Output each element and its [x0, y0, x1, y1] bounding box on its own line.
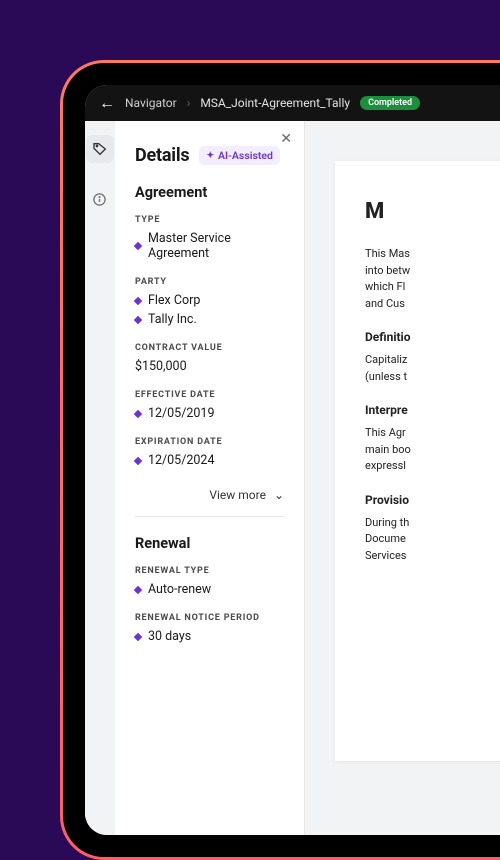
doc-heading-interpretation: Interpre — [365, 401, 500, 419]
field-value-renewal-type: Auto-renew — [135, 582, 284, 597]
document-title: M — [365, 195, 500, 228]
field-label-renewal-notice: RENEWAL NOTICE PERIOD — [135, 613, 284, 623]
document-viewer: M This Mas into betw which Fl and Cus De… — [305, 121, 500, 835]
doc-heading-provisions: Provisio — [365, 491, 500, 509]
field-label-effective-date: EFFECTIVE DATE — [135, 390, 284, 400]
type-value-text: Master Service Agreement — [148, 231, 284, 261]
diamond-icon — [134, 242, 142, 250]
expiration-date-text: 12/05/2024 — [148, 453, 215, 468]
field-value-effective-date: 12/05/2019 — [135, 406, 284, 421]
diamond-icon — [134, 409, 142, 417]
back-arrow-icon[interactable]: ← — [99, 95, 115, 111]
sparkle-icon: ✦ — [206, 151, 214, 161]
section-heading-agreement: Agreement — [135, 184, 284, 201]
renewal-type-text: Auto-renew — [148, 582, 211, 597]
field-value-renewal-notice: 30 days — [135, 629, 284, 644]
field-value-party-0: Flex Corp — [135, 293, 284, 308]
device-frame: ← Navigator › MSA_Joint-Agreement_Tally … — [60, 60, 500, 860]
renewal-notice-text: 30 days — [148, 629, 191, 644]
document-intro: This Mas into betw which Fl and Cus — [365, 246, 500, 312]
content-area: ✕ Details ✦ AI-Assisted Agreement TYPE — [85, 121, 500, 835]
chevron-right-icon: › — [187, 96, 191, 110]
party-0-text: Flex Corp — [148, 293, 200, 308]
field-label-party: PARTY — [135, 277, 284, 287]
breadcrumb-file: MSA_Joint-Agreement_Tally — [200, 96, 350, 110]
diamond-icon — [134, 456, 142, 464]
doc-body-provisions: During th Docume Services — [365, 515, 500, 565]
field-value-contract-value: $150,000 — [135, 359, 284, 374]
effective-date-text: 12/05/2019 — [148, 406, 215, 421]
close-icon[interactable]: ✕ — [280, 131, 292, 147]
field-label-contract-value: CONTRACT VALUE — [135, 343, 284, 353]
field-value-expiration-date: 12/05/2024 — [135, 453, 284, 468]
field-label-type: TYPE — [135, 215, 284, 225]
doc-body-interpretation: This Agr main boo expressl — [365, 425, 500, 475]
ai-assisted-chip: ✦ AI-Assisted — [199, 146, 279, 165]
diamond-icon — [134, 585, 142, 593]
details-panel: ✕ Details ✦ AI-Assisted Agreement TYPE — [115, 121, 305, 835]
status-badge: Completed — [360, 96, 420, 110]
device-bezel: ← Navigator › MSA_Joint-Agreement_Tally … — [63, 63, 500, 857]
party-1-text: Tally Inc. — [148, 312, 197, 327]
divider — [135, 516, 284, 517]
tag-icon[interactable] — [86, 135, 114, 163]
top-navigation-bar: ← Navigator › MSA_Joint-Agreement_Tally … — [85, 85, 500, 121]
field-value-type: Master Service Agreement — [135, 231, 284, 261]
ai-chip-label: AI-Assisted — [218, 149, 273, 162]
breadcrumb-root[interactable]: Navigator — [125, 96, 177, 110]
section-heading-renewal: Renewal — [135, 535, 284, 552]
doc-heading-definitions: Definitio — [365, 328, 500, 346]
diamond-icon — [134, 632, 142, 640]
info-icon[interactable] — [86, 185, 114, 213]
view-more-button[interactable]: View more ⌄ — [135, 484, 284, 516]
document-page: M This Mas into betw which Fl and Cus De… — [335, 161, 500, 761]
doc-body-definitions: Capitaliz (unless t — [365, 352, 500, 385]
view-more-label: View more — [209, 488, 266, 502]
app-screen: ← Navigator › MSA_Joint-Agreement_Tally … — [85, 85, 500, 835]
sidebar-icon-rail — [85, 121, 115, 835]
field-label-expiration-date: EXPIRATION DATE — [135, 437, 284, 447]
panel-title: Details — [135, 145, 190, 166]
chevron-down-icon: ⌄ — [274, 488, 284, 502]
diamond-icon — [134, 296, 142, 304]
field-value-party-1: Tally Inc. — [135, 312, 284, 327]
field-label-renewal-type: RENEWAL TYPE — [135, 566, 284, 576]
diamond-icon — [134, 315, 142, 323]
